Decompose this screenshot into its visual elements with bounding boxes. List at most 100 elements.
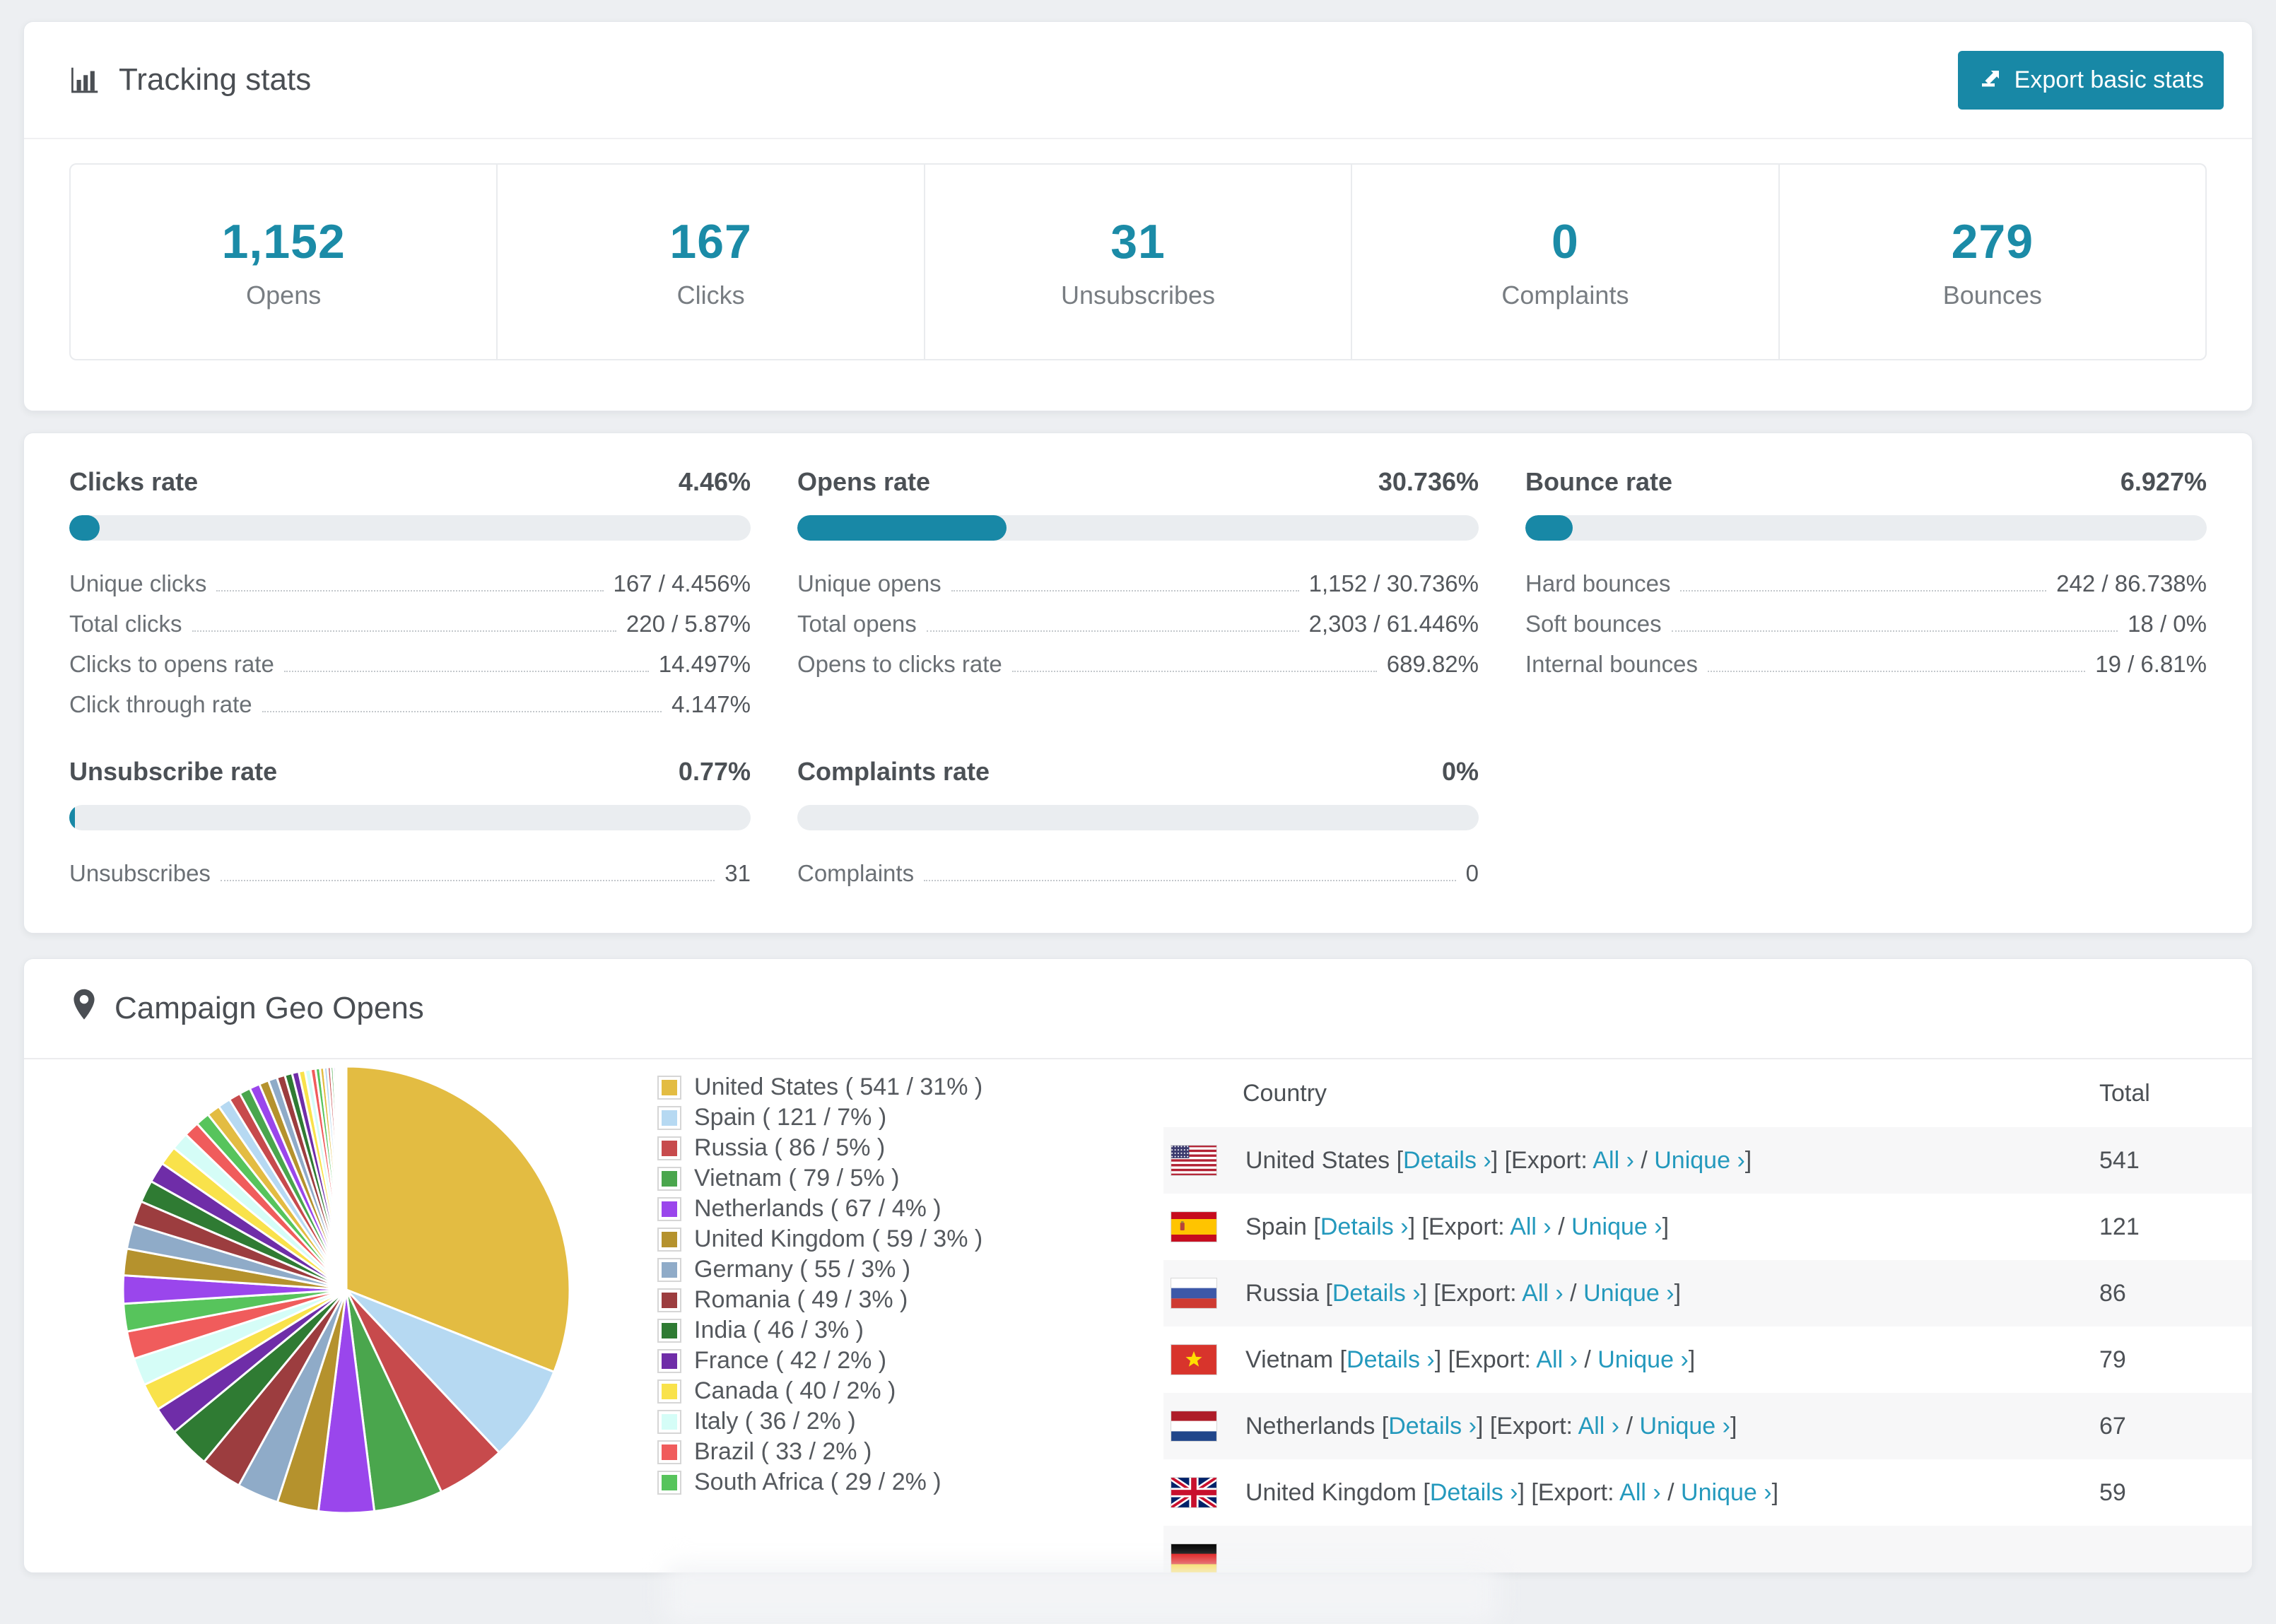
rate-row-value: 14.497% [658, 651, 751, 677]
rate-rows: Unique opens 1,152 / 30.736% Total opens… [797, 570, 1479, 677]
rate-row-label: Soft bounces [1525, 611, 1662, 637]
country-links: United Kingdom [Details ›] [Export: All … [1245, 1478, 1779, 1506]
rate-progress-fill [69, 805, 75, 830]
tracking-stats-card: Tracking stats Export basic stats 1,152 … [23, 21, 2253, 411]
legend-item: Brazil ( 33 / 2% ) [657, 1437, 1145, 1467]
country-flag-icon [1171, 1344, 1217, 1375]
legend-swatch [657, 1075, 681, 1100]
details-link[interactable]: Details › [1430, 1479, 1518, 1506]
export-unique-link[interactable]: Unique › [1597, 1346, 1689, 1373]
stat-value: 167 [669, 214, 752, 269]
geo-opens-title: Campaign Geo Opens [115, 991, 424, 1025]
legend-item: South Africa ( 29 / 2% ) [657, 1467, 1145, 1498]
rate-stat-row: Complaints 0 [797, 860, 1479, 886]
legend-swatch [657, 1288, 681, 1312]
details-link[interactable]: Details › [1320, 1213, 1409, 1240]
geo-pie-chart [120, 1064, 573, 1519]
rate-progress-track [1525, 515, 2207, 541]
legend-swatch [657, 1166, 681, 1191]
legend-label: Romania ( 49 / 3% ) [694, 1286, 908, 1313]
export-icon [1978, 64, 2003, 96]
export-button-label: Export basic stats [2014, 66, 2204, 93]
total-column-header: Total [2099, 1079, 2150, 1107]
rate-progress-track [69, 805, 751, 830]
geo-opens-header: Campaign Geo Opens [24, 959, 2252, 1059]
export-unique-link[interactable]: Unique › [1583, 1280, 1674, 1307]
total-cell: 541 [2099, 1146, 2140, 1174]
dotted-leader [951, 590, 1299, 592]
export-unique-link[interactable]: Unique › [1571, 1213, 1662, 1240]
rate-block: Opens rate 30.736% Unique opens 1,152 / … [797, 467, 1479, 713]
legend-item: United States ( 541 / 31% ) [657, 1072, 1145, 1102]
country-flag-icon [1171, 1278, 1217, 1309]
stat-label: Opens [246, 280, 322, 310]
table-row: Spain [Details ›] [Export: All › / Uniqu… [1163, 1194, 2252, 1260]
rate-row-label: Total opens [797, 611, 917, 637]
legend-swatch [657, 1105, 681, 1130]
rates-grid: Clicks rate 4.46% Unique clicks 167 / 4.… [69, 467, 2207, 886]
rate-stat-row: Click through rate 4.147% [69, 691, 751, 717]
country-cell: Russia [Details ›] [Export: All › / Uniq… [1163, 1278, 2091, 1309]
rate-stat-row: Clicks to opens rate 14.497% [69, 651, 751, 677]
geo-table-header: Country Total [1163, 1059, 2252, 1127]
country-cell: Vietnam [Details ›] [Export: All › / Uni… [1163, 1344, 2091, 1375]
rate-title: Bounce rate [1525, 467, 1673, 496]
stat-value: 31 [1110, 214, 1166, 269]
legend-swatch [657, 1409, 681, 1434]
legend-label: India ( 46 / 3% ) [694, 1317, 864, 1343]
legend-item: India ( 46 / 3% ) [657, 1315, 1145, 1346]
legend-swatch [657, 1227, 681, 1252]
export-all-link[interactable]: All › [1522, 1280, 1564, 1307]
export-all-link[interactable]: All › [1536, 1346, 1578, 1373]
details-link[interactable]: Details › [1332, 1280, 1421, 1307]
rate-value: 4.46% [678, 467, 751, 496]
total-cell: 59 [2099, 1478, 2126, 1506]
legend-label: South Africa ( 29 / 2% ) [694, 1469, 942, 1495]
export-unique-link[interactable]: Unique › [1681, 1479, 1772, 1506]
country-links: Spain [Details ›] [Export: All › / Uniqu… [1245, 1213, 1670, 1240]
legend-item: Romania ( 49 / 3% ) [657, 1285, 1145, 1315]
rate-row-label: Unsubscribes [69, 860, 211, 886]
rate-head: Clicks rate 4.46% [69, 467, 751, 497]
country-flag-icon [1171, 1211, 1217, 1242]
country-flag-icon [1171, 1145, 1217, 1176]
stat-box: 31 Unsubscribes [925, 165, 1353, 359]
export-unique-link[interactable]: Unique › [1654, 1147, 1745, 1174]
dotted-leader [216, 590, 604, 592]
details-link[interactable]: Details › [1403, 1147, 1491, 1174]
rate-title: Opens rate [797, 467, 931, 496]
rate-block: Bounce rate 6.927% Hard bounces 242 / 86… [1525, 467, 2207, 713]
blur-artifact [664, 1563, 1498, 1624]
rate-head: Unsubscribe rate 0.77% [69, 757, 751, 787]
rates-card: Clicks rate 4.46% Unique clicks 167 / 4.… [23, 433, 2253, 934]
country-links: Russia [Details ›] [Export: All › / Uniq… [1245, 1279, 1682, 1307]
stat-box: 0 Complaints [1352, 165, 1780, 359]
page-title: Tracking stats [119, 62, 312, 97]
country-flag-icon [1171, 1411, 1217, 1442]
rate-head: Bounce rate 6.927% [1525, 467, 2207, 497]
stat-label: Clicks [676, 280, 745, 310]
dotted-leader [283, 671, 649, 672]
rate-row-value: 2,303 / 61.446% [1308, 611, 1479, 637]
export-all-link[interactable]: All › [1510, 1213, 1551, 1240]
rate-progress-fill [69, 515, 100, 541]
total-cell: 86 [2099, 1279, 2126, 1307]
dotted-leader [1671, 630, 2118, 632]
export-all-link[interactable]: All › [1619, 1479, 1661, 1506]
export-basic-stats-button[interactable]: Export basic stats [1957, 50, 2224, 110]
details-link[interactable]: Details › [1388, 1413, 1477, 1440]
legend-swatch [657, 1196, 681, 1221]
rate-row-value: 1,152 / 30.736% [1308, 570, 1479, 596]
details-link[interactable]: Details › [1347, 1346, 1435, 1373]
legend-label: United States ( 541 / 31% ) [694, 1073, 983, 1100]
export-all-link[interactable]: All › [1592, 1147, 1634, 1174]
rate-row-value: 167 / 4.456% [613, 570, 751, 596]
country-links: United States [Details ›] [Export: All ›… [1245, 1146, 1752, 1174]
rate-row-value: 4.147% [671, 691, 751, 717]
rate-stat-row: Unsubscribes 31 [69, 860, 751, 886]
rate-stat-row: Soft bounces 18 / 0% [1525, 611, 2207, 637]
export-all-link[interactable]: All › [1578, 1413, 1620, 1440]
geo-content: United States ( 541 / 31% ) Spain ( 121 … [24, 1059, 2252, 1572]
rate-row-value: 689.82% [1386, 651, 1479, 677]
export-unique-link[interactable]: Unique › [1639, 1413, 1730, 1440]
